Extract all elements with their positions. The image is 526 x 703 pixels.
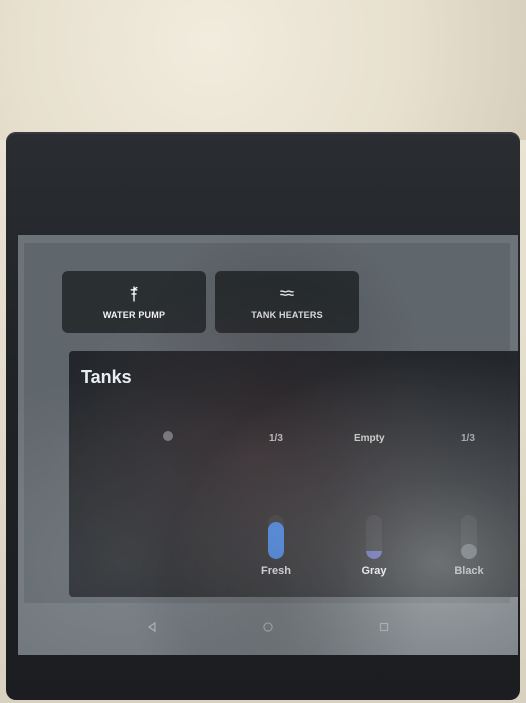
gray-tank-button[interactable]: Gray (339, 515, 409, 585)
android-nav-bar (18, 607, 518, 647)
black-tank-label: Black (454, 565, 484, 577)
fresh-tank-bar (268, 515, 284, 559)
gray-tank-level: Empty (354, 433, 385, 444)
black-tank-button[interactable]: Black (434, 515, 504, 585)
water-pump-label: WATER PUMP (102, 310, 166, 320)
home-button[interactable] (256, 615, 280, 639)
water-pump-button[interactable]: WATER PUMP (62, 271, 206, 333)
black-tank-fill (461, 543, 477, 559)
recents-square-icon (379, 622, 389, 632)
recents-button[interactable] (372, 615, 396, 639)
screen-content: WATER PUMP TANK HEATERS Tanks 1/3 Empty … (24, 243, 518, 603)
fresh-tank-fill (268, 521, 284, 559)
fresh-tank-button[interactable]: Fresh (241, 515, 311, 585)
gray-tank-bar (366, 515, 382, 559)
gray-tank-label: Gray (361, 565, 387, 577)
black-tank-level: 1/3 (461, 433, 475, 444)
photo-scene: WATER PUMP TANK HEATERS Tanks 1/3 Empty … (0, 0, 526, 703)
heater-waves-icon (279, 290, 295, 296)
back-triangle-icon (148, 621, 156, 633)
warning-icon (163, 431, 173, 441)
back-button[interactable] (140, 615, 164, 639)
tank-heaters-label: TANK HEATERS (251, 310, 323, 320)
tank-heaters-button[interactable]: TANK HEATERS (215, 271, 359, 333)
fresh-tank-label: Fresh (261, 565, 291, 577)
tanks-title: Tanks (81, 367, 132, 387)
gray-tank-fill (366, 551, 382, 559)
device-screen: WATER PUMP TANK HEATERS Tanks 1/3 Empty … (18, 235, 518, 655)
faucet-icon (130, 286, 138, 302)
black-tank-bar (461, 515, 477, 559)
background-wall (0, 0, 526, 140)
tanks-panel: Tanks 1/3 Empty 1/3 Fresh Gray Black (69, 351, 518, 597)
home-circle-icon (263, 622, 273, 632)
fresh-tank-level: 1/3 (269, 433, 283, 444)
